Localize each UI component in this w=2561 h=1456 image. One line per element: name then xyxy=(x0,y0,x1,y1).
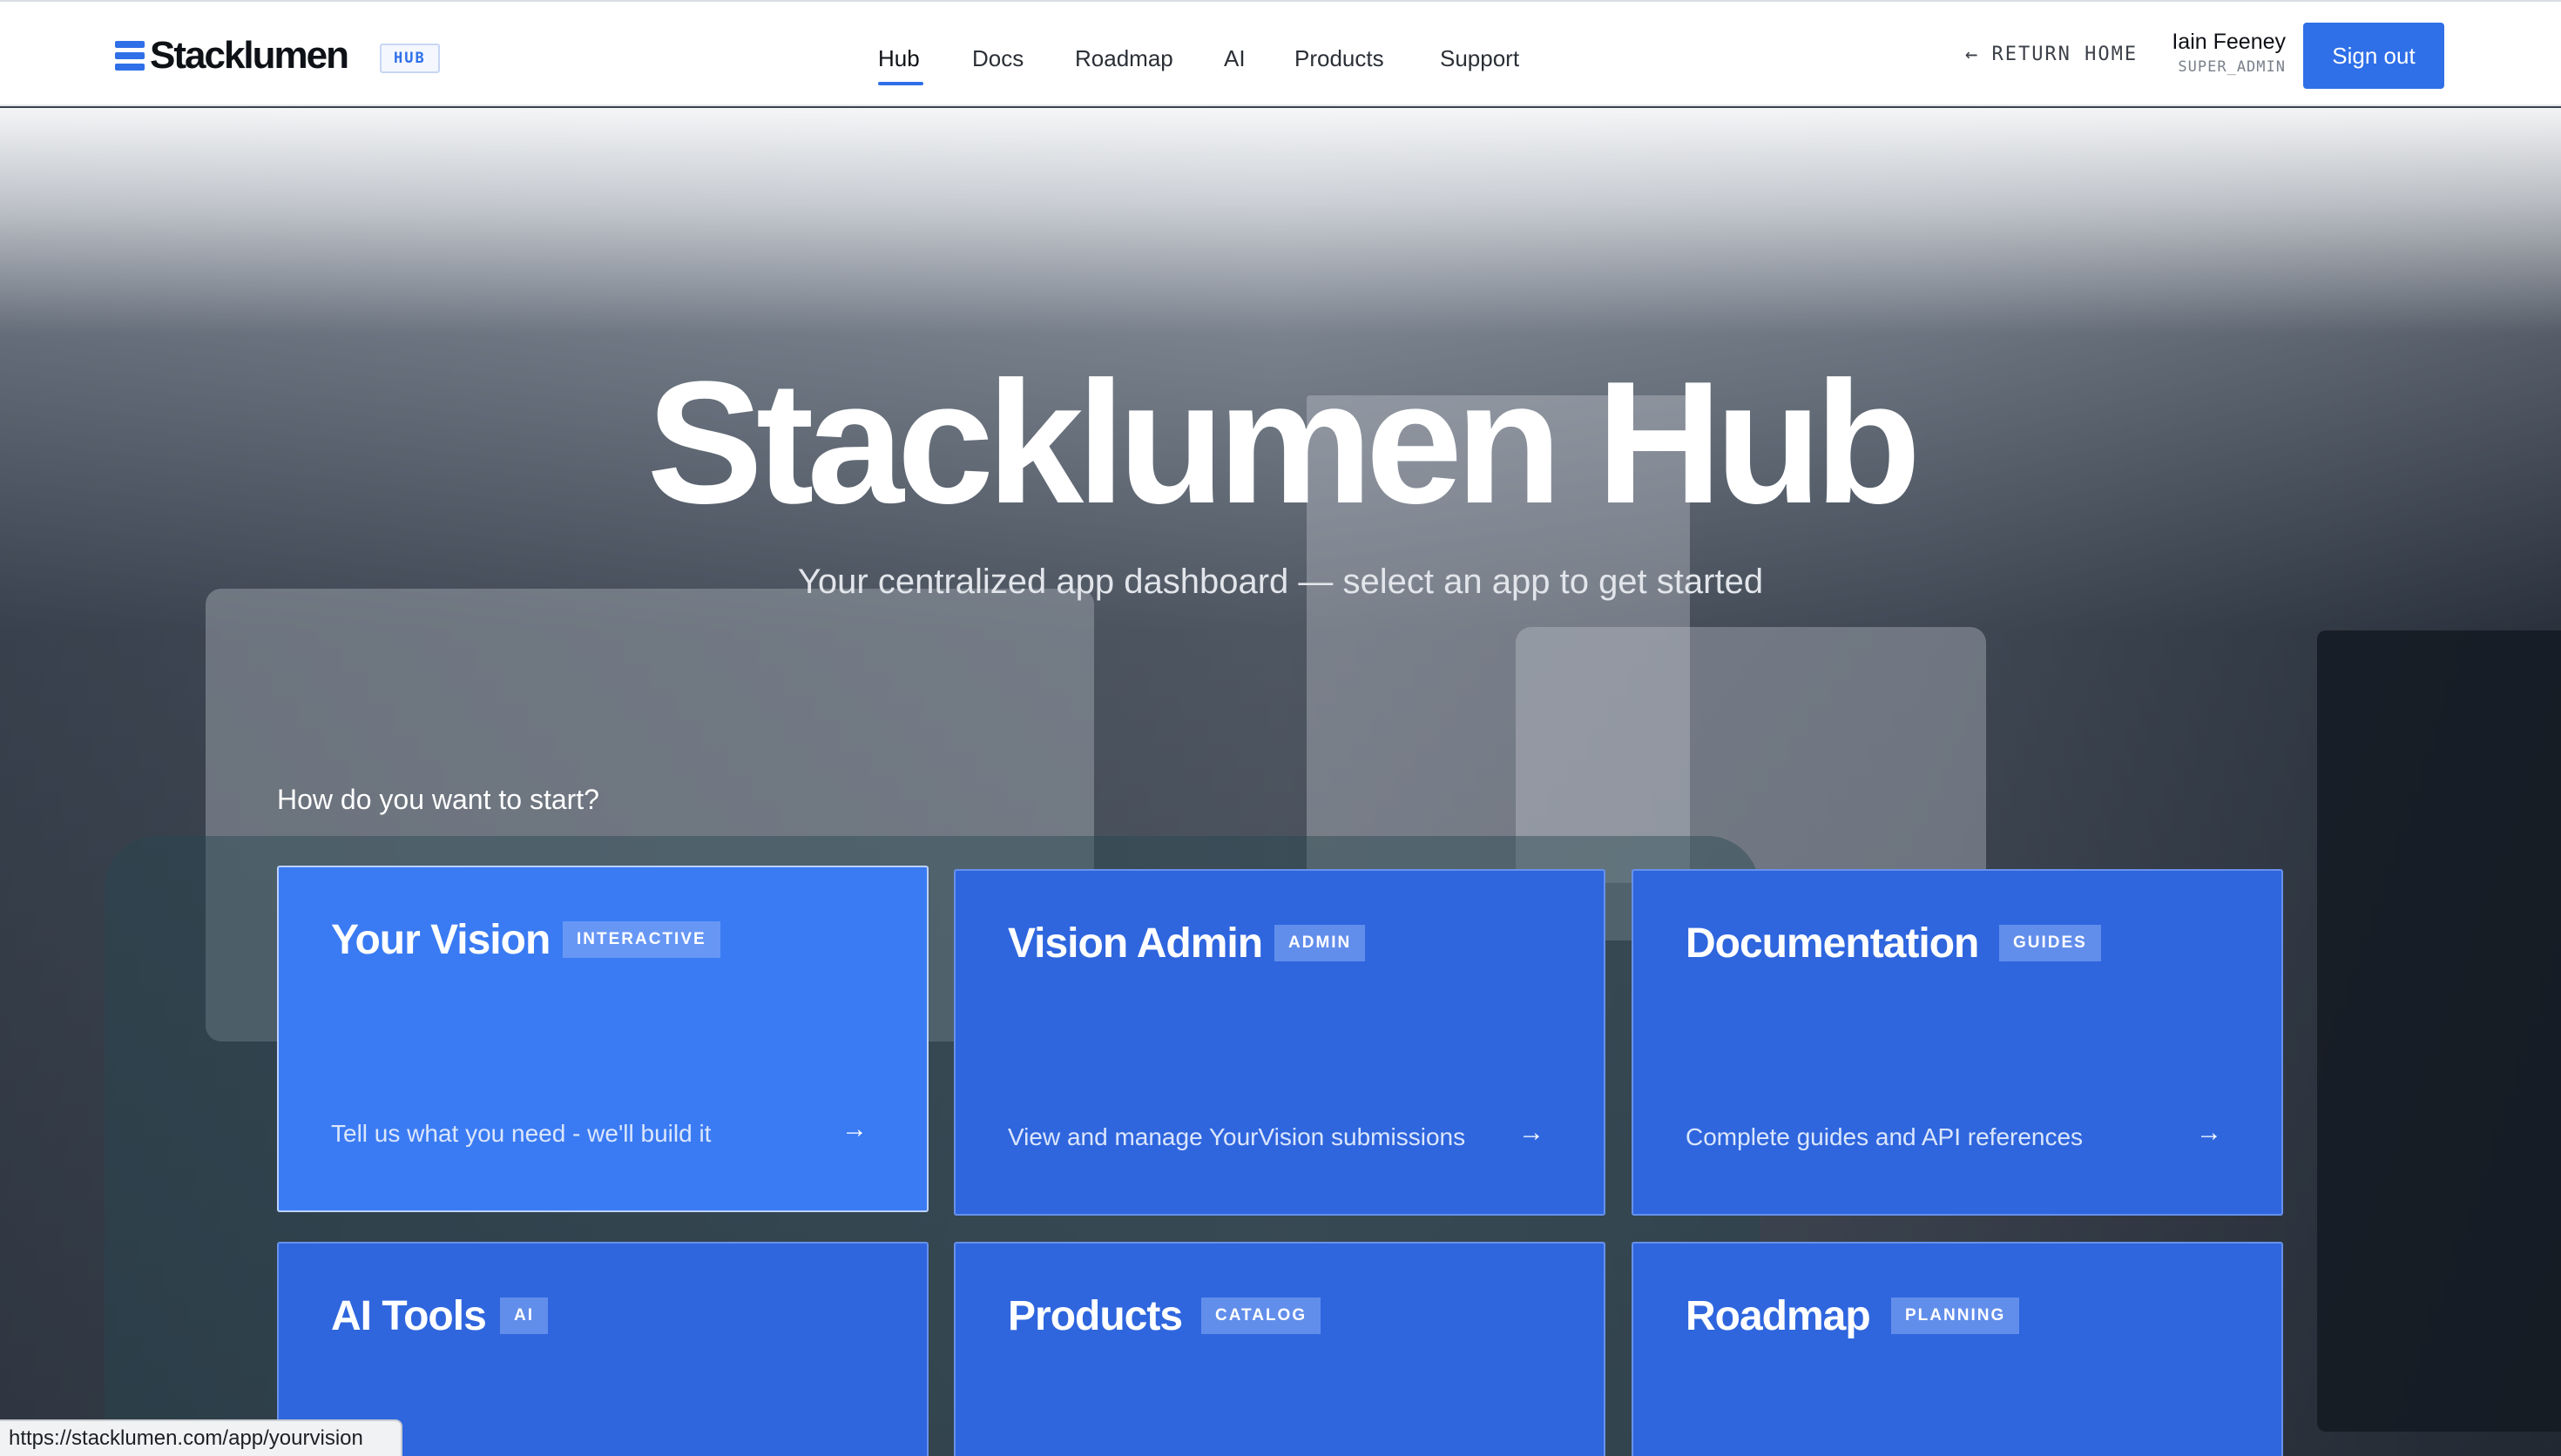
arrow-left-icon: ← xyxy=(1965,42,1980,66)
card-vision-admin[interactable]: Vision Admin ADMIN View and manage YourV… xyxy=(954,869,1605,1216)
return-home-link[interactable]: ← RETURN HOME xyxy=(1965,42,2138,66)
page-subtitle: Your centralized app dashboard — select … xyxy=(797,563,1764,601)
card-roadmap[interactable]: Roadmap PLANNING xyxy=(1632,1242,2283,1456)
card-description: Complete guides and API references xyxy=(1686,1123,2084,1150)
card-title: AI Tools xyxy=(331,1293,487,1339)
arrow-right-icon: → xyxy=(841,1115,868,1143)
card-tag: INTERACTIVE xyxy=(563,921,720,958)
user-name: Iain Feeney xyxy=(2172,30,2286,54)
nav-ai[interactable]: AI xyxy=(1224,44,1246,73)
nav-products[interactable]: Products xyxy=(1294,44,1384,73)
card-title: Roadmap xyxy=(1686,1293,1871,1339)
card-tag: PLANNING xyxy=(1891,1298,2020,1334)
card-description: Tell us what you need - we'll build it xyxy=(331,1120,712,1147)
card-title: Vision Admin xyxy=(1008,920,1263,967)
card-products[interactable]: Products CATALOG xyxy=(954,1242,1605,1456)
arrow-right-icon: → xyxy=(1518,1118,1544,1147)
background-monitor-right xyxy=(2317,630,2561,1432)
card-title: Your Vision xyxy=(331,917,551,963)
nav-support[interactable]: Support xyxy=(1440,44,1519,73)
hero-section: Stacklumen Hub Your centralized app dash… xyxy=(0,108,2561,1456)
card-tag: CATALOG xyxy=(1201,1298,1321,1334)
page-title: Stacklumen Hub xyxy=(646,346,1922,540)
sign-out-button[interactable]: Sign out xyxy=(2303,23,2444,89)
user-role: SUPER_ADMIN xyxy=(2178,58,2286,76)
card-documentation[interactable]: Documentation GUIDES Complete guides and… xyxy=(1632,869,2283,1216)
nav-hub[interactable]: Hub xyxy=(878,44,920,73)
nav-docs[interactable]: Docs xyxy=(972,44,1024,73)
card-your-vision[interactable]: Your Vision INTERACTIVE Tell us what you… xyxy=(277,866,929,1212)
top-nav-bar: Stacklumen HUB Hub Docs Roadmap AI Produ… xyxy=(0,0,2561,106)
return-home-label: RETURN HOME xyxy=(1991,43,2139,65)
card-description: View and manage YourVision submissions xyxy=(1008,1123,1466,1150)
start-prompt: How do you want to start? xyxy=(277,784,599,815)
card-tag: GUIDES xyxy=(1999,925,2101,961)
card-tag: ADMIN xyxy=(1274,925,1366,961)
user-info: Iain Feeney SUPER_ADMIN xyxy=(2164,30,2286,76)
active-nav-indicator xyxy=(878,82,923,85)
arrow-right-icon: → xyxy=(2196,1118,2222,1147)
card-tag: AI xyxy=(500,1298,548,1334)
nav-roadmap[interactable]: Roadmap xyxy=(1075,44,1173,73)
card-title: Products xyxy=(1008,1293,1183,1339)
status-url-bar: https://stacklumen.com/app/yourvision xyxy=(0,1419,402,1456)
card-title: Documentation xyxy=(1686,920,1979,967)
